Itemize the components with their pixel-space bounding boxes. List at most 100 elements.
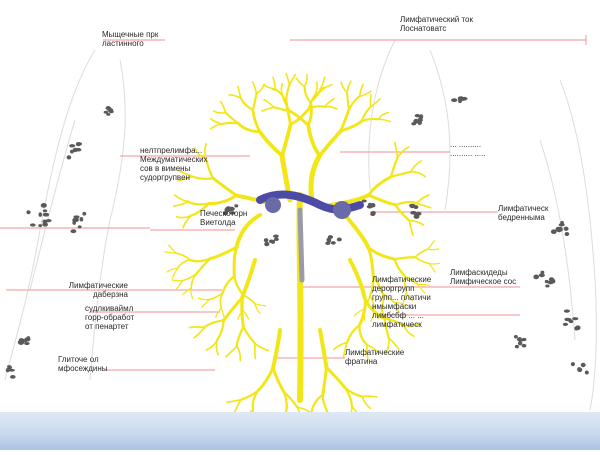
label-top-left: Мыщечные прк ластинного bbox=[102, 30, 158, 48]
lymph-vessel bbox=[296, 78, 304, 87]
lymph-vessel bbox=[428, 249, 439, 250]
lymph-vessel bbox=[217, 320, 224, 340]
label-left-3: судлкиваймл горр-обработ от пенартет bbox=[85, 304, 134, 331]
lymph-node bbox=[264, 242, 269, 246]
lymph-vessel bbox=[177, 260, 189, 269]
lymph-node bbox=[571, 362, 575, 366]
lymph-vessel bbox=[429, 263, 435, 272]
lymph-node bbox=[82, 212, 86, 216]
lymph-vessel bbox=[347, 93, 349, 110]
lymph-vessel bbox=[281, 84, 282, 96]
lymph-vessel bbox=[253, 93, 257, 109]
lymph-node bbox=[514, 335, 518, 338]
lymph-vessel bbox=[286, 74, 289, 86]
lymph-node bbox=[557, 227, 563, 230]
lymph-vessel bbox=[229, 95, 241, 98]
lymph-vessel bbox=[429, 263, 440, 264]
lymph-node bbox=[581, 363, 586, 367]
lymph-node bbox=[572, 317, 578, 320]
lymph-vessel bbox=[417, 203, 431, 208]
lymph-vessel bbox=[395, 257, 416, 259]
lymph-vessel bbox=[327, 367, 345, 387]
lymph-vessel bbox=[264, 100, 274, 108]
lymph-vessel bbox=[391, 172, 411, 177]
lymph-vessel bbox=[360, 91, 371, 96]
lymph-vessel bbox=[369, 177, 391, 195]
lymph-vessel bbox=[320, 330, 327, 367]
lymph-node bbox=[569, 320, 574, 323]
lymph-vessel bbox=[175, 195, 188, 201]
lymph-vessel bbox=[350, 260, 365, 297]
lymph-vessel bbox=[409, 221, 423, 225]
lymph-node bbox=[515, 345, 519, 348]
lymph-vessel bbox=[428, 241, 435, 249]
lymph-vessel bbox=[234, 276, 243, 295]
lymph-node bbox=[565, 232, 570, 236]
lymph-vessel bbox=[396, 205, 410, 221]
lymph-node bbox=[43, 213, 49, 217]
lymph-vessel bbox=[242, 260, 255, 298]
lymph-vessel bbox=[172, 280, 183, 281]
lymph-vessel bbox=[345, 215, 368, 248]
lymph-node bbox=[551, 279, 555, 283]
lymph-vessel bbox=[225, 113, 238, 124]
lymph-node bbox=[69, 144, 75, 147]
lymph-vessel bbox=[169, 245, 176, 253]
lymph-node bbox=[74, 217, 79, 222]
label-mid-left-1: нелтпрелимфа... Междуматических сов в ви… bbox=[140, 146, 208, 182]
lymph-node bbox=[337, 238, 342, 242]
lymph-node bbox=[563, 323, 568, 326]
lymph-vessel bbox=[190, 327, 205, 328]
lymph-vessel bbox=[253, 110, 260, 132]
lymph-node bbox=[264, 238, 269, 242]
lymph-node bbox=[73, 148, 78, 151]
lymph-vessel bbox=[362, 119, 379, 121]
lymph-vessel bbox=[325, 107, 337, 110]
lymph-node bbox=[518, 337, 522, 342]
lymph-vessel bbox=[210, 247, 237, 258]
lymph-node bbox=[78, 142, 82, 145]
lymph-vessel bbox=[206, 340, 217, 350]
lymph-node bbox=[414, 214, 420, 219]
lymph-vessel bbox=[177, 215, 192, 217]
lymph-vessel bbox=[316, 82, 318, 94]
lymph-node bbox=[80, 217, 84, 222]
lymph-vessel bbox=[417, 195, 429, 203]
lymph-vessel bbox=[213, 111, 225, 113]
lymph-vessel bbox=[273, 367, 284, 392]
lymph-node bbox=[419, 114, 423, 119]
lymph-node bbox=[106, 113, 110, 116]
label-right-1: Лимфатическ бедренныма bbox=[498, 204, 548, 222]
lymph-vessel bbox=[409, 221, 413, 235]
lymph-vessel bbox=[222, 123, 239, 124]
lymph-node bbox=[575, 325, 581, 330]
label-bottom-center: Лимфатические фратина bbox=[345, 348, 404, 366]
lymph-node bbox=[27, 336, 31, 340]
lymph-node bbox=[533, 275, 539, 280]
lymph-vessel bbox=[359, 326, 367, 345]
lymph-vessel bbox=[323, 395, 328, 414]
lymph-node bbox=[370, 212, 375, 216]
lymph-vessel bbox=[211, 119, 222, 124]
label-center: Печескоторн Виетолда bbox=[200, 209, 247, 227]
lymph-vessel bbox=[243, 327, 255, 344]
lymph-vessel bbox=[255, 304, 266, 306]
lymph-vessel bbox=[258, 367, 273, 390]
lymph-node bbox=[274, 237, 279, 241]
lymph-vessel bbox=[379, 119, 391, 121]
lymph-vessel bbox=[264, 85, 276, 89]
lymph-vessel bbox=[325, 99, 334, 107]
lymph-vessel bbox=[172, 269, 177, 278]
lymph-vessel bbox=[234, 247, 236, 276]
lymph-node bbox=[539, 273, 545, 277]
lymph-node bbox=[325, 242, 330, 245]
lymph-vessel bbox=[220, 293, 222, 308]
lymph-node bbox=[6, 368, 10, 372]
lymph-vessel bbox=[308, 125, 319, 155]
lymph-node bbox=[10, 375, 16, 379]
lymph-vessel bbox=[411, 172, 425, 177]
lymph-vessel bbox=[362, 397, 370, 409]
lymph-node bbox=[451, 98, 457, 102]
lymph-node bbox=[540, 271, 544, 274]
lymph-node bbox=[38, 224, 42, 227]
